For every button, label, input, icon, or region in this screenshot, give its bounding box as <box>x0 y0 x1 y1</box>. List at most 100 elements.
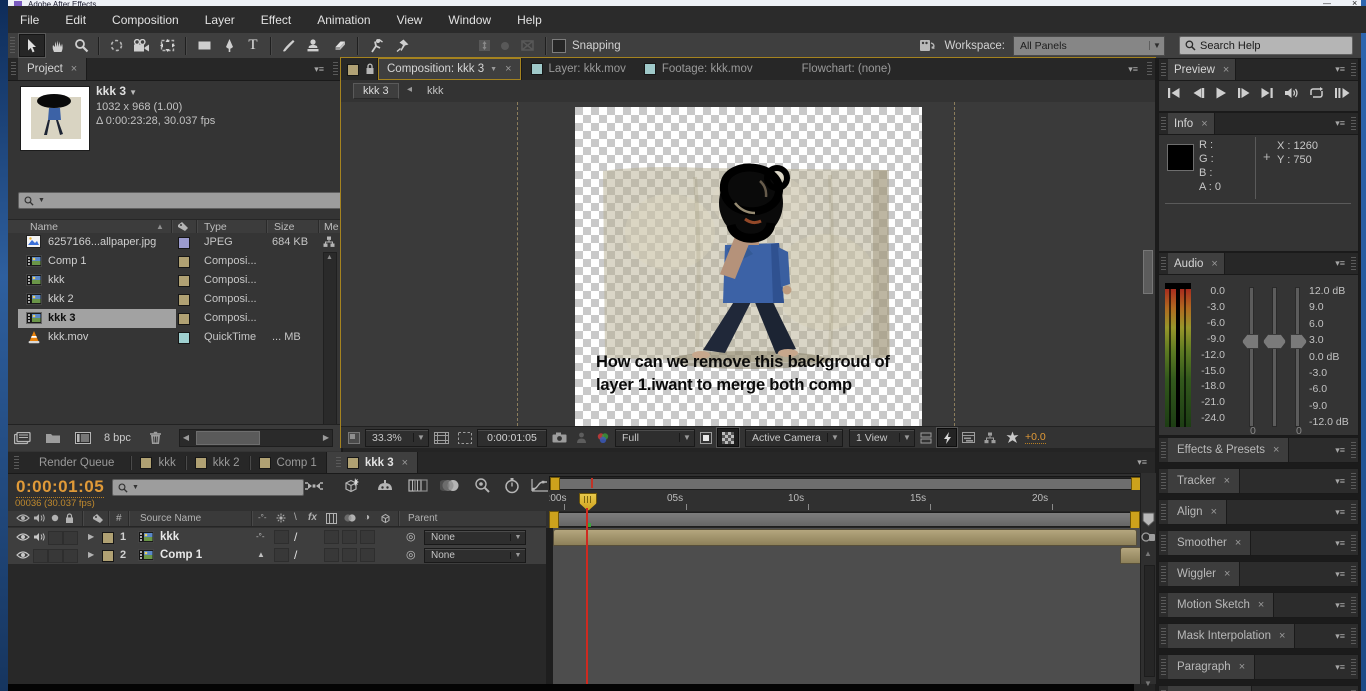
eye-column-icon[interactable] <box>16 513 30 523</box>
first-frame-button[interactable] <box>1167 87 1181 99</box>
last-frame-button[interactable] <box>1260 87 1274 99</box>
show-channel-icon[interactable] <box>591 432 615 444</box>
audio-slider-right-handle[interactable] <box>1290 334 1307 349</box>
audio-slider-left-track[interactable] <box>1249 287 1254 427</box>
layer-name[interactable]: kkk <box>160 531 179 543</box>
tab-render-queue[interactable]: Render Queue <box>23 452 130 473</box>
column-media[interactable]: Me <box>324 221 339 233</box>
layer-name[interactable]: Comp 1 <box>160 549 202 561</box>
menu-effect[interactable]: Effect <box>261 13 291 27</box>
graph-editor-icon[interactable] <box>530 478 550 493</box>
shy-row-icon[interactable]: -°- <box>256 532 265 541</box>
quality-icon[interactable]: / <box>294 530 297 544</box>
layer-label-swatch[interactable] <box>102 532 114 544</box>
always-preview-icon[interactable] <box>343 432 365 444</box>
source-name-column[interactable]: Source Name <box>140 513 201 524</box>
quality-icon[interactable]: / <box>294 548 297 562</box>
breadcrumb-current[interactable]: kkk 3 <box>353 83 399 99</box>
search-help-field[interactable]: Search Help <box>1179 36 1353 55</box>
eye-icon[interactable] <box>16 550 30 560</box>
table-row[interactable]: kkk 2 Composi... <box>8 290 341 309</box>
panel-menu-icon[interactable]: ▾≡ <box>1335 662 1345 673</box>
work-area-end-handle[interactable] <box>1130 511 1140 529</box>
time-ruler[interactable]: 0:00s 05s 10s 15s 20s <box>549 490 1140 512</box>
selection-tool[interactable] <box>19 34 45 57</box>
motion-blur-icon[interactable] <box>440 478 460 493</box>
tab-preview[interactable]: Preview × <box>1168 59 1236 80</box>
table-row[interactable]: Comp 1 Composi... <box>8 252 341 271</box>
share-view-icon[interactable] <box>915 432 937 444</box>
ram-preview-button[interactable] <box>1334 87 1350 99</box>
layer-row-2[interactable]: ▶ 2 Comp 1 ▲ / ◎ None ▼ <box>8 546 546 565</box>
hand-tool[interactable] <box>45 35 69 56</box>
tab-footage[interactable]: Footage: kkk.mov <box>635 58 762 80</box>
close-icon[interactable]: × <box>1258 599 1264 611</box>
label-column-icon[interactable] <box>92 513 104 524</box>
label-column-icon[interactable] <box>177 221 189 232</box>
lock-cell[interactable] <box>63 531 78 545</box>
label-swatch[interactable] <box>178 237 190 249</box>
scroll-right-icon[interactable]: ▶ <box>323 433 329 442</box>
panel-menu-icon[interactable]: ▾≡ <box>1335 631 1345 642</box>
new-composition-icon[interactable] <box>68 432 98 444</box>
solo-cell[interactable] <box>48 531 63 545</box>
panel-menu-icon[interactable]: ▾≡ <box>1335 476 1345 487</box>
rotation-tool[interactable] <box>104 35 128 56</box>
lock-cell[interactable] <box>63 549 78 563</box>
tab-timeline-kkk2[interactable]: kkk 2 <box>186 452 249 473</box>
panel-menu-icon[interactable]: ▾≡ <box>1128 64 1138 75</box>
panel-menu-icon[interactable]: ▾≡ <box>1335 445 1345 456</box>
tab-layer[interactable]: Layer: kkk.mov <box>522 58 635 80</box>
parent-column[interactable]: Parent <box>408 513 437 524</box>
scroll-up-icon[interactable]: ▲ <box>326 254 333 261</box>
tab-info[interactable]: Info × <box>1168 113 1215 134</box>
project-list-scrollbar[interactable]: ▲ <box>323 252 337 426</box>
collapse-cell[interactable] <box>274 530 289 544</box>
tab-wiggler[interactable]: Wiggler× <box>1168 562 1240 586</box>
play-button[interactable] <box>1215 87 1227 99</box>
safe-zones-icon[interactable] <box>429 432 453 444</box>
close-icon[interactable]: × <box>402 457 408 469</box>
clone-stamp-tool[interactable] <box>300 35 326 56</box>
tab-paragraph[interactable]: Paragraph× <box>1168 655 1255 679</box>
resolution-dropdown[interactable]: Full ▼ <box>615 429 695 447</box>
eye-icon[interactable] <box>16 532 30 542</box>
solo-column-icon[interactable] <box>51 514 59 522</box>
rectangle-tool[interactable] <box>191 35 217 56</box>
panel-menu-icon[interactable]: ▾≡ <box>314 64 324 75</box>
tab-smoother[interactable]: Smoother× <box>1168 531 1251 555</box>
lock-column-icon[interactable] <box>65 513 74 524</box>
menu-animation[interactable]: Animation <box>317 13 370 27</box>
brush-tool[interactable] <box>276 35 300 56</box>
tab-mask-interpolation[interactable]: Mask Interpolation× <box>1168 624 1295 648</box>
audio-slider-right-track[interactable] <box>1295 287 1300 427</box>
panel-menu-icon[interactable]: ▾≡ <box>1137 457 1147 468</box>
panel-menu-icon[interactable]: ▾≡ <box>1335 507 1345 518</box>
scroll-up-icon[interactable]: ▲ <box>1144 549 1152 558</box>
layer-row-1[interactable]: ▶ 1 kkk -°- / ◎ None ▼ <box>8 528 546 547</box>
active-comp-name[interactable]: kkk 3 <box>96 84 126 98</box>
work-area[interactable] <box>549 511 1140 528</box>
zoom-tool[interactable] <box>69 35 93 56</box>
column-size[interactable]: Size <box>274 221 294 233</box>
region-of-interest-icon[interactable] <box>453 432 477 444</box>
close-icon[interactable]: × <box>505 63 511 75</box>
menu-composition[interactable]: Composition <box>112 13 179 27</box>
audio-slider-both-track[interactable] <box>1272 287 1277 427</box>
tab-project[interactable]: Project × <box>18 58 87 80</box>
table-row-selected[interactable]: kkk 3 Composi... <box>8 309 341 328</box>
tab-flowchart[interactable]: Flowchart: (none) <box>762 58 900 80</box>
pick-whip-icon[interactable]: ◎ <box>406 548 416 561</box>
puppet-pin-tool[interactable] <box>363 35 389 56</box>
menu-file[interactable]: File <box>20 13 39 27</box>
tab-audio[interactable]: Audio × <box>1168 253 1225 274</box>
table-row[interactable]: kkk.mov QuickTime ... MB <box>8 328 341 347</box>
blend-cell[interactable] <box>342 548 357 562</box>
layer-list-empty-area[interactable] <box>8 564 546 684</box>
close-icon[interactable]: × <box>1211 506 1217 518</box>
camera-tool[interactable] <box>128 35 154 56</box>
hide-shy-layers-icon[interactable] <box>376 479 394 492</box>
interpret-footage-icon[interactable] <box>8 432 38 445</box>
close-icon[interactable]: × <box>1239 661 1245 673</box>
close-icon[interactable]: × <box>1224 568 1230 580</box>
